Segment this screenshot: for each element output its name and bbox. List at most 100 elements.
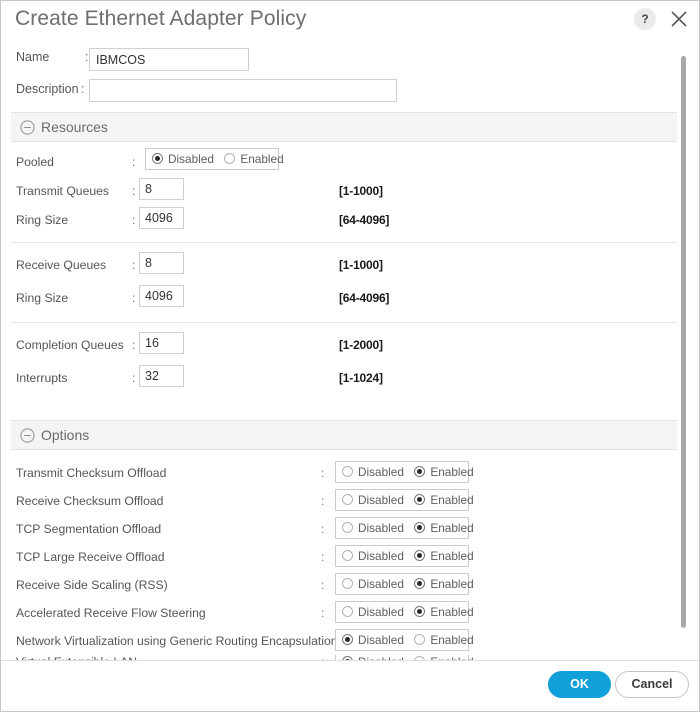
option-option-label: Enabled [430,633,474,647]
option-colon: : [321,550,325,564]
transmit-queues-colon: : [132,184,136,198]
option-label: Transmit Checksum Offload [16,466,167,480]
section-header-resources[interactable]: Resources [11,112,677,142]
pooled-colon: : [132,155,136,169]
option-option-label: Disabled [358,521,404,535]
option-radio-enabled[interactable]: Enabled [414,574,474,594]
pooled-radio-group[interactable]: Disabled Enabled [145,148,284,170]
dialog-titlebar: Create Ethernet Adapter Policy ? [1,1,699,44]
transmit-ring-size-colon: : [132,213,136,227]
option-row-tcp-large-receive-offload: TCP Large Receive Offload : Disabled Ena… [11,543,677,571]
option-label: Accelerated Receive Flow Steering [16,606,206,620]
ok-button[interactable]: OK [548,671,611,698]
receive-ring-size-range: [64-4096] [339,291,390,305]
option-radio-group[interactable]: Disabled Enabled [335,573,474,595]
option-radio-disabled[interactable]: Disabled [342,518,404,538]
help-icon[interactable]: ? [634,8,656,30]
option-option-label: Disabled [358,493,404,507]
section-title-options: Options [41,427,90,443]
completion-queues-label: Completion Queues [16,338,124,352]
option-radio-group[interactable]: Disabled Enabled [335,517,474,539]
option-radio-disabled[interactable]: Disabled [342,462,404,482]
option-radio-group[interactable]: Disabled Enabled [335,629,474,651]
option-label: Receive Checksum Offload [16,494,164,508]
option-radio-enabled[interactable]: Enabled [414,602,474,622]
option-colon: : [321,494,325,508]
minus-circle-icon [20,428,35,443]
option-radio-enabled[interactable]: Enabled [414,546,474,566]
option-colon: : [321,522,325,536]
description-input[interactable] [89,79,397,102]
radio-dot-icon [414,606,426,617]
option-option-label: Enabled [430,549,474,563]
option-radio-disabled[interactable]: Disabled [342,602,404,622]
scrollbar-thumb[interactable] [681,56,686,628]
option-radio-disabled[interactable]: Disabled [342,490,404,510]
cancel-button[interactable]: Cancel [615,671,689,698]
receive-queues-input[interactable] [139,252,184,274]
receive-ring-size-colon: : [132,291,136,305]
transmit-queues-input[interactable] [139,178,184,200]
close-icon[interactable] [667,7,691,31]
option-colon: : [321,606,325,620]
option-radio-disabled[interactable]: Disabled [342,574,404,594]
option-radio-group[interactable]: Disabled Enabled [335,601,474,623]
description-colon: : [81,82,85,96]
radio-dot-icon [414,466,426,477]
radio-dot-icon [414,522,426,533]
option-radio-enabled[interactable]: Enabled [414,490,474,510]
pooled-option-label: Enabled [240,152,284,166]
pooled-option-label: Disabled [168,152,214,166]
completion-queues-range: [1-2000] [339,338,383,352]
receive-ring-size-input[interactable] [139,285,184,307]
dialog-scroll-body: Name : Description : Resources [1,44,699,662]
option-radio-disabled[interactable]: Disabled [342,630,404,650]
option-radio-group[interactable]: Disabled Enabled [335,461,474,483]
option-row-transmit-checksum-offload: Transmit Checksum Offload : Disabled Ena… [11,459,677,487]
option-radio-group[interactable]: Disabled Enabled [335,545,474,567]
option-option-label: Disabled [358,633,404,647]
radio-dot-icon [342,578,353,589]
name-input[interactable] [89,48,249,71]
form-panel: Name : Description : Resources [11,44,677,662]
option-radio-enabled[interactable]: Enabled [414,518,474,538]
pooled-row: Pooled : Disabled Enabled [11,148,677,177]
option-option-label: Enabled [430,521,474,535]
description-row: Description : [11,76,677,112]
transmit-queues-row: Transmit Queues : [1-1000] [11,177,677,206]
option-option-label: Enabled [430,493,474,507]
transmit-ring-size-input[interactable] [139,207,184,229]
option-option-label: Enabled [430,465,474,479]
pooled-label: Pooled [16,155,54,169]
option-option-label: Disabled [358,465,404,479]
option-option-label: Enabled [430,605,474,619]
option-label: Network Virtualization using Generic Rou… [16,634,338,648]
interrupts-label: Interrupts [16,371,68,385]
option-radio-group[interactable]: Disabled Enabled [335,489,474,511]
pooled-radio-enabled[interactable]: Enabled [224,149,284,169]
name-colon: : [85,50,89,64]
option-colon: : [321,634,325,648]
pooled-radio-disabled[interactable]: Disabled [152,149,214,169]
vertical-scrollbar[interactable] [679,48,688,658]
option-colon: : [321,466,325,480]
section-header-options[interactable]: Options [11,420,677,450]
radio-dot-icon [342,466,353,477]
receive-queues-colon: : [132,258,136,272]
resources-group-receive: Receive Queues : [1-1000] Ring Size : [6… [11,243,677,323]
option-radio-disabled[interactable]: Disabled [342,546,404,566]
radio-dot-icon [342,550,353,561]
option-radio-enabled[interactable]: Enabled [414,630,474,650]
completion-queues-input[interactable] [139,332,184,354]
radio-dot-icon [342,522,353,533]
option-row-receive-side-scaling: Receive Side Scaling (RSS) : Disabled En… [11,571,677,599]
radio-dot-icon [414,550,426,561]
dialog-footer: OK Cancel [1,660,699,711]
interrupts-input[interactable] [139,365,184,387]
resources-group-completion: Completion Queues : [1-2000] Interrupts … [11,323,677,402]
option-label: TCP Large Receive Offload [16,550,165,564]
receive-ring-size-label: Ring Size [16,291,69,305]
options-top-spacer [11,450,677,459]
option-radio-enabled[interactable]: Enabled [414,462,474,482]
radio-dot-icon [152,153,163,164]
